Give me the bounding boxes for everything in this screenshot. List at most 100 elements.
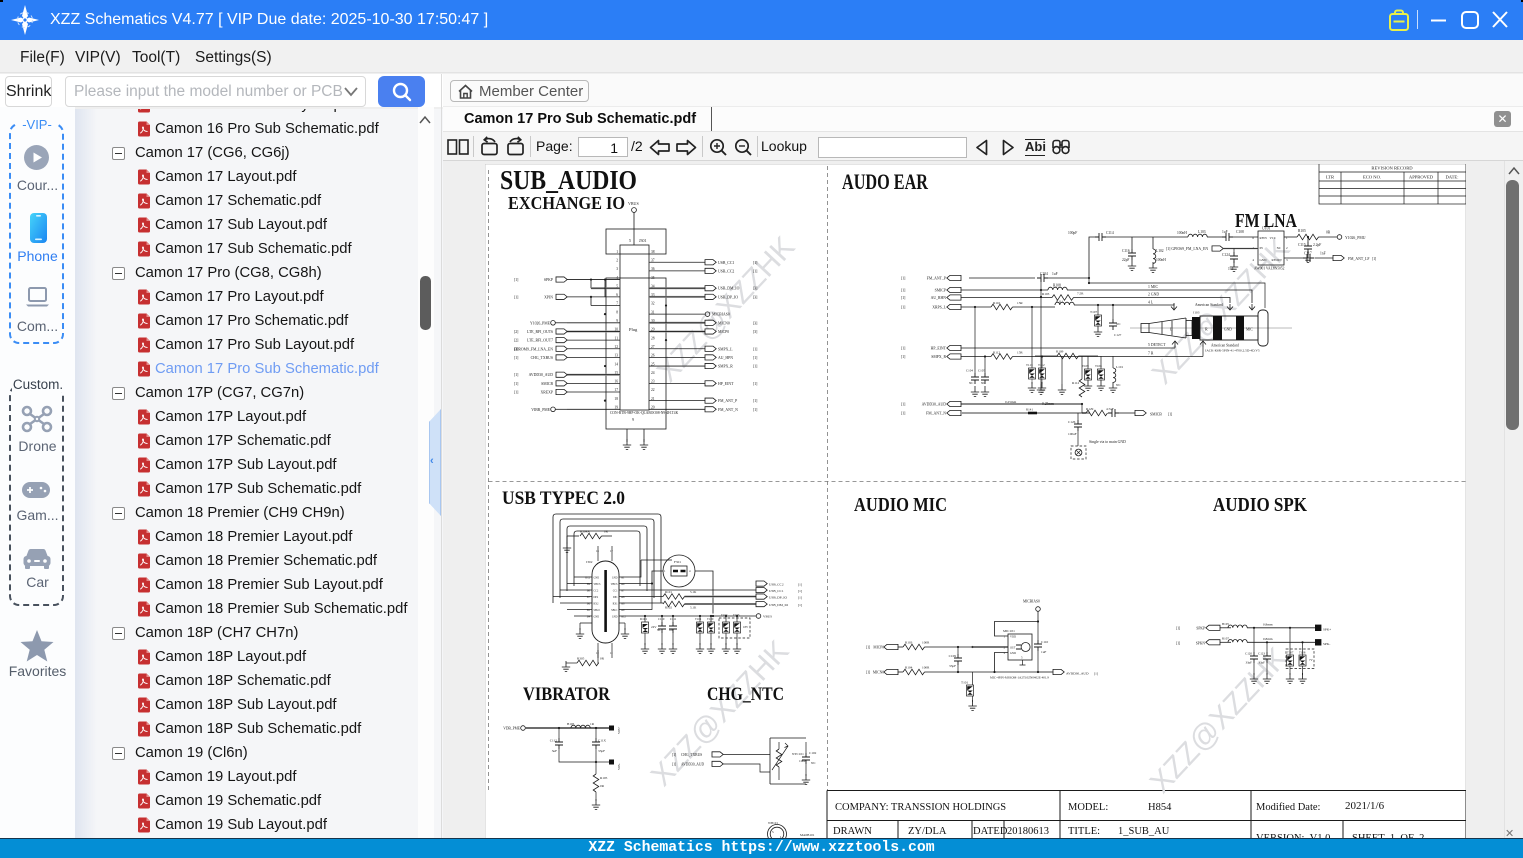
svg-text:TITLE:: TITLE: [1068,826,1100,837]
svg-text:C116: C116 [1122,249,1130,253]
svg-text:MICP0: MICP0 [718,330,729,334]
svg-text:[1]: [1] [901,347,905,351]
svg-text:American Standard: American Standard [1195,303,1223,307]
svg-text:T101: T101 [695,617,702,621]
svg-text:Y1026_PME: Y1026_PME [530,321,551,325]
svg-text:SPK-: SPK- [1323,642,1330,646]
svg-text:VIBR_PME: VIBR_PME [531,408,550,412]
svg-text:R101: R101 [665,590,672,594]
svg-text:1: 1 [616,250,618,254]
svg-text:C110: C110 [1041,640,1049,644]
svg-text:VCC: VCC [1269,236,1276,240]
svg-text:C111: C111 [670,617,677,621]
svg-text:[1]: [1] [514,356,518,360]
svg-text:VBUS: VBUS [628,201,639,206]
svg-text:USB_CC1: USB_CC1 [718,261,734,265]
svg-text:[2]: [2] [514,339,518,343]
svg-text:NC: NC [969,381,973,385]
svg-text:C117: C117 [1304,252,1312,256]
svg-text:[3]: [3] [753,287,757,291]
svg-text:B105: B105 [567,722,575,726]
svg-text:1 MIC: 1 MIC [1148,285,1158,289]
svg-text:SMPX_R: SMPX_R [718,365,733,369]
svg-text:LTE_RFI_OUT7: LTE_RFI_OUT7 [527,339,553,343]
svg-text:[1]: [1] [1168,412,1172,416]
svg-text:J302: J302 [586,560,593,564]
svg-text:33pF: 33pF [1258,661,1265,665]
svg-text:B105: B105 [1222,622,1229,626]
svg-text:[1]: [1] [901,289,905,293]
svg-text:5.1K: 5.1K [690,606,697,610]
svg-text:1nF: 1nF [669,628,674,632]
svg-text:VBUS: VBUS [611,583,618,586]
svg-text:MIC-4PIN-MSSOM-1A2T10ZN0402E-4: MIC-4PIN-MSSOM-1A2T10ZN0402E-401.9 [990,676,1049,680]
svg-text:R141: R141 [1026,408,1033,412]
svg-text:HP_EINT: HP_EINT [718,382,734,386]
svg-text:3: 3 [616,267,618,271]
svg-text:L101: L101 [1116,365,1123,369]
svg-text:[3]: [3] [753,295,757,299]
svg-text:[1]: [1] [798,596,802,600]
svg-text:GND: GND [1010,652,1016,655]
svg-text:1_SUB_AU: 1_SUB_AU [1118,826,1170,837]
svg-text:T112: T112 [1038,363,1045,367]
svg-text:AW901 VAL8N5052: AW901 VAL8N5052 [1254,267,1285,271]
svg-text:USB_DP_IO: USB_DP_IO [769,596,787,600]
svg-text:14: 14 [614,362,618,366]
svg-text:NTC101: NTC101 [792,752,804,756]
svg-text:[1]: [1] [1094,672,1098,676]
svg-text:[1]: [1] [1176,627,1180,631]
svg-text:[1]: [1] [901,277,905,281]
svg-text:VDB_PME: VDB_PME [503,727,521,731]
svg-text:AU_RHN: AU_RHN [931,296,947,300]
svg-text:LTR: LTR [1326,175,1335,180]
svg-text:CHG_TXBUS: CHG_TXBUS [681,753,702,757]
svg-text:T108: T108 [1299,650,1306,654]
svg-text:SMPX_L: SMPX_L [718,347,733,351]
svg-text:VIB-: VIB- [617,763,621,770]
svg-text:C105: C105 [978,369,985,373]
svg-text:COMPANY: TRANSSION HOLDINGS: COMPANY: TRANSSION HOLDINGS [835,802,1006,813]
svg-text:[1]: [1] [1176,642,1180,646]
svg-text:T102: T102 [721,613,728,617]
svg-text:R102: R102 [665,606,672,610]
svg-text:USB_DM_IO: USB_DM_IO [718,287,740,291]
svg-text:RFIN: RFIN [1260,236,1268,240]
svg-text:CC1: CC1 [613,589,618,592]
svg-text:XPIN: XPIN [544,295,553,299]
svg-text:ZY/DLA: ZY/DLA [908,826,947,837]
svg-text:C109: C109 [949,654,957,658]
svg-text:USB_CC1: USB_CC1 [769,589,784,593]
svg-text:J103: J103 [1193,311,1200,315]
svg-text:R304A: R304A [580,530,590,534]
svg-text:AVDD30_AUD: AVDD30_AUD [922,403,947,407]
svg-text:VIB+: VIB+ [617,727,621,734]
svg-text:GND: GND [594,576,600,579]
svg-text:[1]: [1] [753,261,757,265]
svg-text:1nF: 1nF [1320,252,1326,256]
svg-text:2: 2 [616,258,618,262]
svg-text:FM_ANT_LF: FM_ANT_LF [1348,257,1370,261]
svg-text:LTE_RFI_OUT6: LTE_RFI_OUT6 [527,330,553,334]
svg-text:R305: R305 [577,657,585,661]
svg-text:4.7uF: 4.7uF [1106,407,1114,411]
svg-text:MICBIAS0: MICBIAS0 [1023,600,1040,604]
svg-text:C110: C110 [658,617,665,621]
svg-text:0.8mm: 0.8mm [1263,622,1273,626]
svg-text:C102: C102 [809,751,817,755]
svg-text:[1]: [1] [753,365,757,369]
svg-text:[1]: [1] [753,382,757,386]
svg-text:[1]: [1] [1372,257,1376,261]
svg-text:33pF: 33pF [949,664,956,668]
svg-text:R103: R103 [905,641,913,645]
svg-text:23: 23 [651,380,655,384]
svg-text:NC: NC [811,761,816,765]
svg-text:AUDIO SPK: AUDIO SPK [1213,494,1307,516]
svg-text:GND: GND [594,615,600,618]
svg-text:EXCHANGE IO: EXCHANGE IO [508,193,625,213]
svg-text:FM_ANT_N: FM_ANT_N [718,408,738,412]
svg-text:[1] GPIO69_FM_LNA_EN: [1] GPIO69_FM_LNA_EN [1166,247,1208,251]
svg-text:C11X: C11X [598,739,607,743]
svg-text:OUT: OUT [1010,646,1016,649]
svg-text:[1]: [1] [753,408,757,412]
